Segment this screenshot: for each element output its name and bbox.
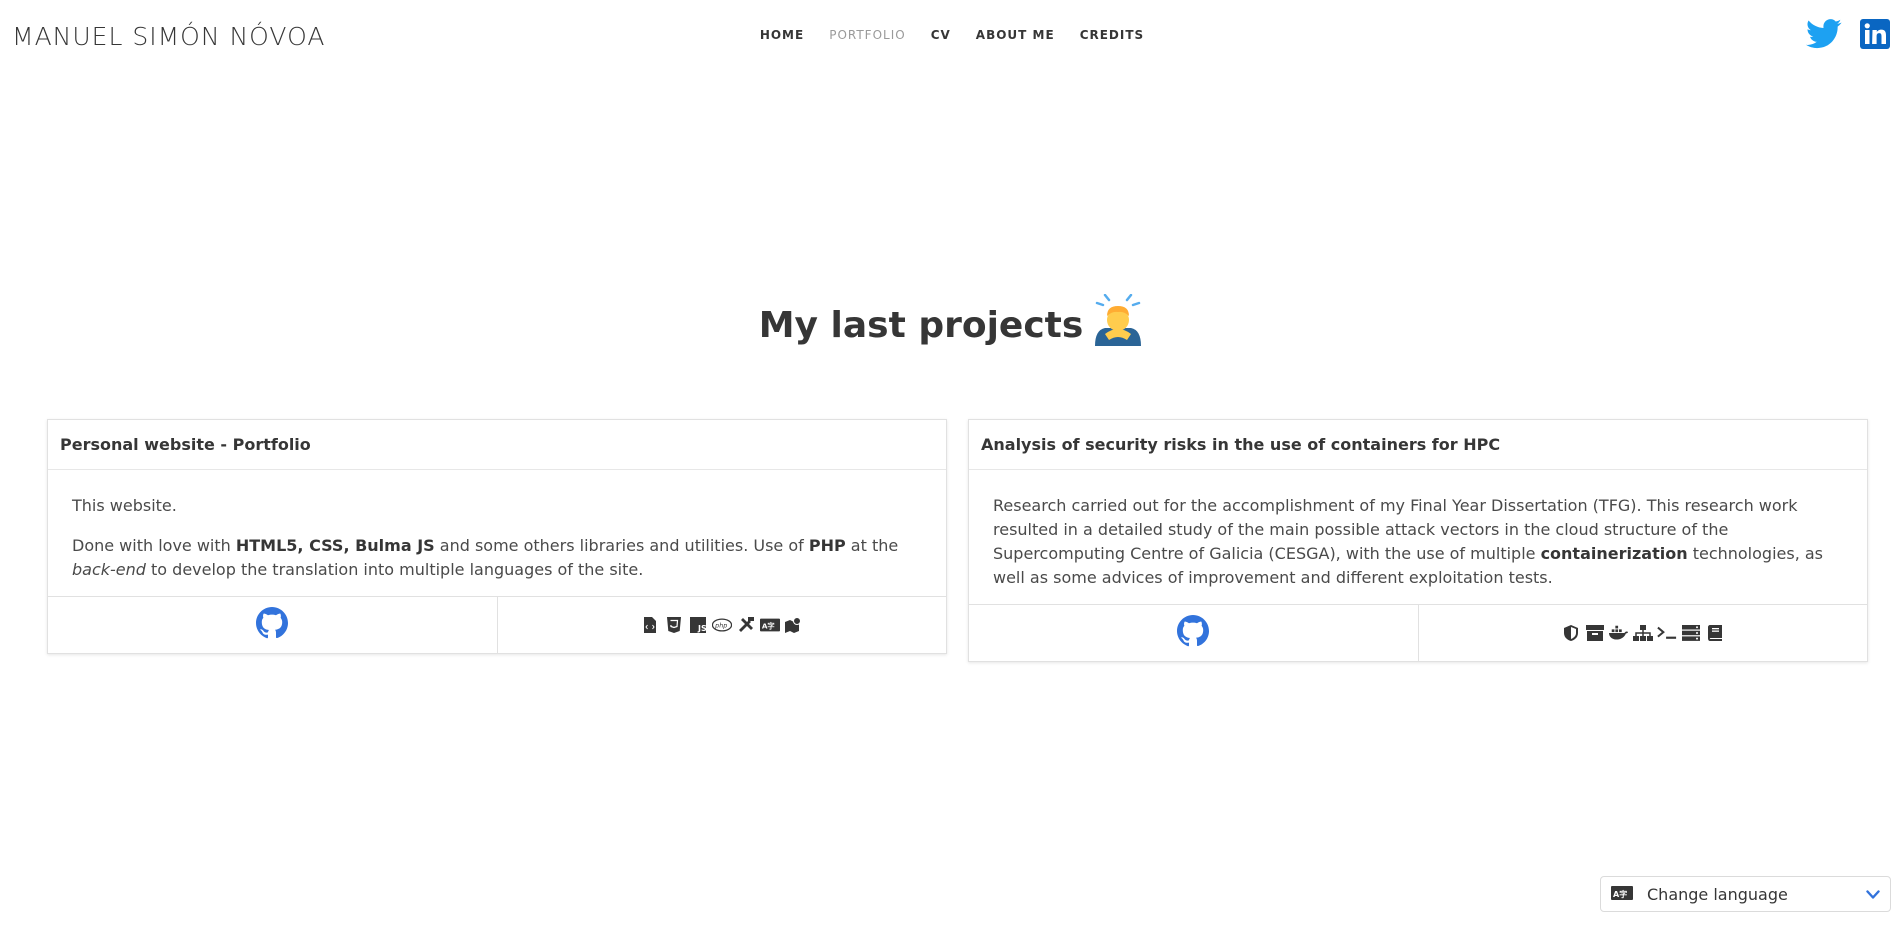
- svg-text:A字: A字: [1613, 889, 1627, 899]
- card-content: Research carried out for the accomplishm…: [969, 470, 1867, 604]
- card-description: Research carried out for the accomplishm…: [993, 496, 1824, 587]
- navbar: MANUEL SIMÓN NÓVOA HOME PORTFOLIO CV ABO…: [0, 0, 1904, 70]
- chevron-down-icon[interactable]: [1866, 885, 1880, 904]
- file-code-icon: [640, 616, 660, 634]
- card-header: Analysis of security risks in the use of…: [969, 420, 1867, 470]
- tools-icon: [736, 616, 756, 634]
- nav-home[interactable]: HOME: [760, 28, 804, 42]
- github-link[interactable]: [969, 605, 1418, 661]
- card-footer: JS php A字: [48, 596, 946, 653]
- nav-menu: HOME PORTFOLIO CV ABOUT ME CREDITS: [0, 28, 1904, 42]
- card-header: Personal website - Portfolio: [48, 420, 946, 470]
- card-description: Done with love with HTML5, CSS, Bulma JS…: [72, 536, 899, 579]
- docker-icon: [1608, 624, 1629, 642]
- nav-credits[interactable]: CREDITS: [1080, 28, 1145, 42]
- card-title: Personal website - Portfolio: [60, 435, 311, 454]
- nav-about-me[interactable]: ABOUT ME: [976, 28, 1055, 42]
- svg-text:JS: JS: [697, 624, 706, 633]
- linkedin-icon[interactable]: [1860, 19, 1890, 53]
- box-icon: [1585, 624, 1605, 642]
- server-icon: [1681, 624, 1701, 642]
- tech-icons: [1417, 605, 1868, 661]
- social-links: [1806, 18, 1890, 54]
- bowing-person-icon: [1091, 293, 1145, 357]
- twitter-icon[interactable]: [1806, 18, 1842, 54]
- language-icon: A字: [759, 616, 780, 634]
- nav-cv[interactable]: CV: [931, 28, 951, 42]
- github-icon[interactable]: [256, 607, 289, 643]
- translate-icon: A字: [1611, 885, 1633, 904]
- card-content: This website. Done with love with HTML5,…: [48, 470, 946, 596]
- language-select-value: Change language: [1647, 884, 1788, 904]
- page-title: My last projects: [0, 293, 1904, 357]
- svg-text:A字: A字: [762, 622, 775, 631]
- project-card-portfolio: Personal website - Portfolio This websit…: [47, 419, 947, 654]
- project-card-security-hpc: Analysis of security risks in the use of…: [968, 419, 1868, 662]
- network-icon: [1632, 624, 1653, 642]
- page-title-text: My last projects: [758, 305, 1084, 346]
- card-description: This website.: [72, 496, 177, 515]
- tech-icons: JS php A字: [496, 597, 947, 653]
- github-icon[interactable]: [1177, 615, 1210, 651]
- terminal-icon: [1657, 624, 1677, 642]
- card-footer: [969, 604, 1867, 661]
- card-title: Analysis of security risks in the use of…: [981, 435, 1501, 454]
- css3-icon: [664, 616, 684, 634]
- js-icon: JS: [688, 616, 708, 634]
- language-select[interactable]: A字 Change language: [1600, 876, 1891, 912]
- github-link[interactable]: [48, 597, 497, 653]
- shield-icon: [1561, 624, 1581, 642]
- php-icon: php: [711, 616, 732, 634]
- map-icon: [784, 616, 804, 634]
- book-icon: [1705, 624, 1725, 642]
- svg-text:php: php: [714, 623, 727, 630]
- nav-portfolio[interactable]: PORTFOLIO: [829, 28, 906, 42]
